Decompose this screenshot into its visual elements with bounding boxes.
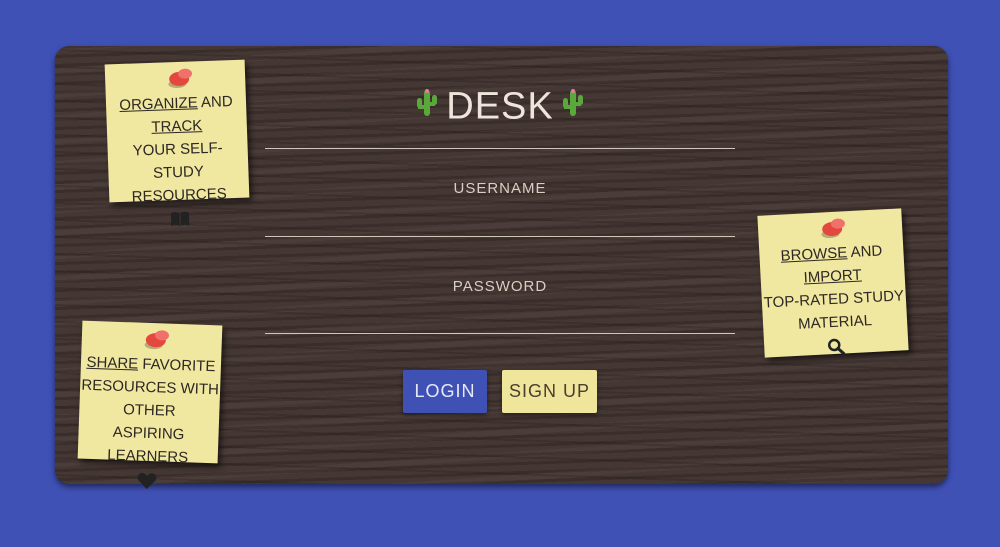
cactus-icon	[416, 85, 438, 128]
pushpin-icon	[144, 330, 169, 350]
search-icon	[827, 338, 846, 356]
username-input[interactable]	[265, 236, 735, 237]
password-label: PASSWORD	[452, 278, 548, 295]
app-title: DESK	[446, 85, 554, 128]
pushpin-icon	[168, 68, 193, 88]
book-icon	[170, 211, 190, 227]
pushpin-icon	[821, 218, 845, 239]
username-label: USERNAME	[453, 180, 547, 197]
sticky-note-share: SHARE FAVORITE RESOURCES WITH OTHER ASPI…	[77, 320, 223, 489]
password-input[interactable]	[265, 333, 735, 334]
title-divider	[265, 148, 735, 149]
heart-icon	[137, 472, 157, 489]
cactus-icon	[562, 85, 584, 128]
signup-button[interactable]: SIGN UP	[502, 370, 597, 413]
sticky-note-browse: BROWSE AND IMPORT TOP-RATED STUDY MATERI…	[757, 208, 909, 358]
login-button[interactable]: LOGIN	[403, 370, 487, 413]
sticky-note-organize: ORGANIZE AND TRACK YOUR SELF-STUDY RESOU…	[104, 59, 250, 227]
